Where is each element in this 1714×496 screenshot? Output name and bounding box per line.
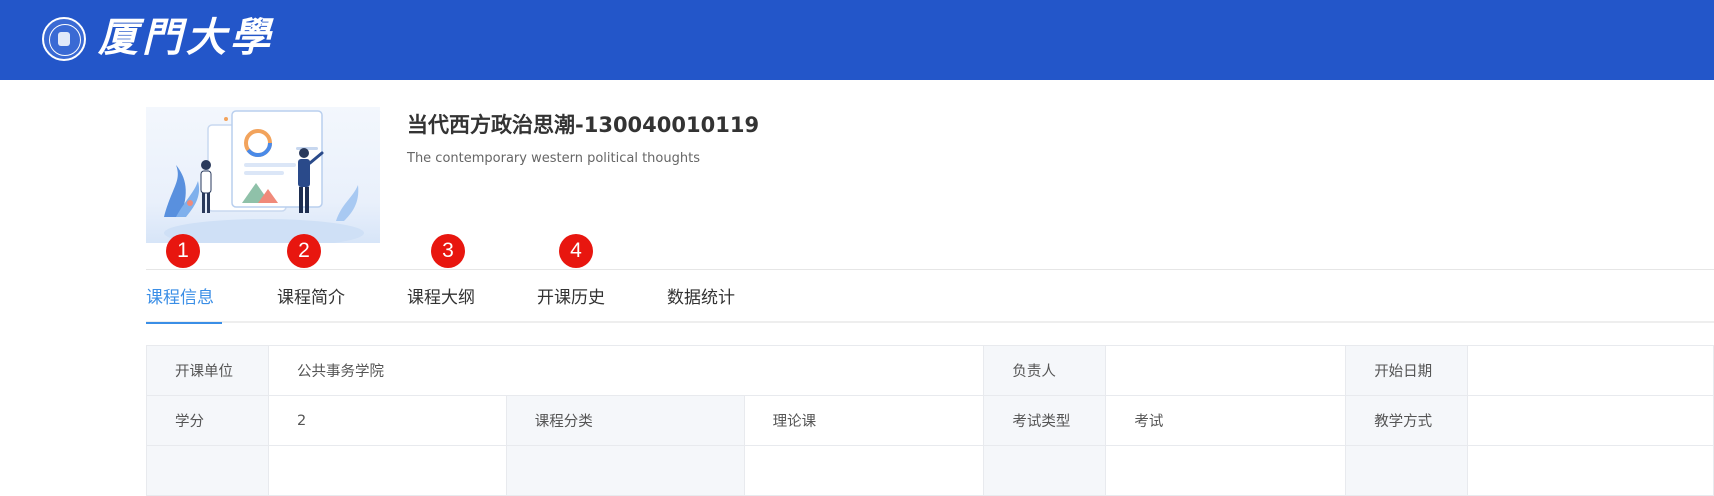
label-cell: 课程分类 (505, 395, 745, 446)
label-cell (983, 445, 1107, 496)
value-cell (1105, 445, 1347, 496)
label-cell: 考试类型 (983, 395, 1107, 446)
xiamen-university-seal-icon[interactable] (42, 17, 86, 61)
annotation-badge-2: 2 (287, 234, 321, 268)
label-cell (146, 445, 269, 496)
tab-course-syllabus[interactable]: 课程大纲 (407, 287, 475, 309)
value-cell: 2 (267, 395, 507, 446)
annotation-badge-1: 1 (166, 234, 200, 268)
tab-course-intro[interactable]: 课程简介 (277, 287, 345, 309)
label-cell (505, 445, 745, 496)
value-cell (1467, 445, 1714, 496)
annotation-badge-4: 4 (559, 234, 593, 268)
label-cell: 开课单位 (146, 345, 269, 396)
table-row: 开课单位 公共事务学院 负责人 开始日期 (146, 345, 1714, 396)
top-header: 厦門大學 (0, 0, 1714, 80)
course-tabs: 课程信息 课程简介 课程大纲 开课历史 数据统计 (146, 270, 1714, 324)
course-subtitle: The contemporary western political thoug… (407, 151, 700, 166)
university-logo-text[interactable]: 厦門大學 (98, 14, 274, 62)
value-cell (1467, 345, 1714, 396)
label-cell: 教学方式 (1345, 395, 1469, 446)
tab-course-info[interactable]: 课程信息 (146, 287, 214, 309)
annotation-badge-3: 3 (431, 234, 465, 268)
value-cell (743, 445, 985, 496)
value-cell: 公共事务学院 (267, 345, 985, 396)
value-cell (1467, 395, 1714, 446)
course-cover-image (146, 107, 380, 243)
course-info-table: 开课单位 公共事务学院 负责人 开始日期 学分 2 课程分类 理论课 考试类型 … (146, 345, 1714, 496)
label-cell: 学分 (146, 395, 269, 446)
table-row: 学分 2 课程分类 理论课 考试类型 考试 教学方式 (146, 395, 1714, 446)
label-cell: 开始日期 (1345, 345, 1469, 396)
value-cell: 考试 (1105, 395, 1347, 446)
table-row (146, 445, 1714, 496)
value-cell: 理论课 (743, 395, 985, 446)
tab-course-history[interactable]: 开课历史 (537, 287, 605, 309)
value-cell (1105, 345, 1347, 396)
course-title: 当代西方政治思潮-130040010119 (407, 113, 760, 137)
tab-data-statistics[interactable]: 数据统计 (667, 287, 735, 309)
value-cell (267, 445, 507, 496)
label-cell: 负责人 (983, 345, 1107, 396)
label-cell (1345, 445, 1469, 496)
course-illustration (164, 110, 364, 243)
active-tab-underline (146, 322, 222, 324)
